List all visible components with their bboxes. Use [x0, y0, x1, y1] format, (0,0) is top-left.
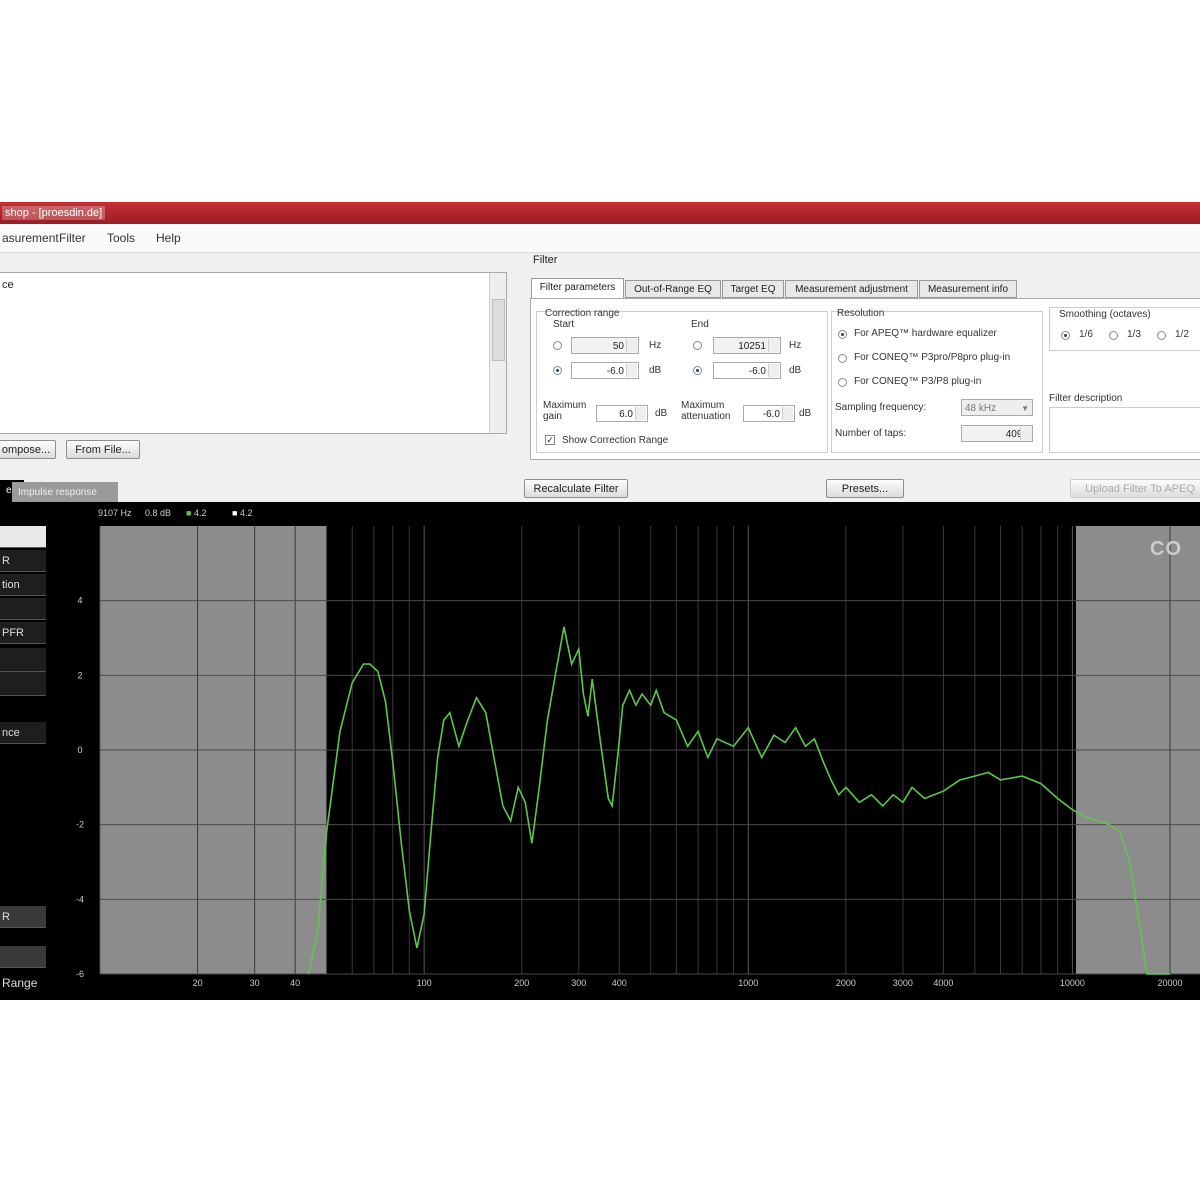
menu-help[interactable]: Help	[156, 231, 181, 245]
from-file-button[interactable]: From File...	[66, 440, 140, 459]
end-hz-input[interactable]: 10251	[713, 337, 781, 354]
resolution-coneq-radio[interactable]	[838, 378, 847, 387]
max-atten-label-2: attenuation	[681, 411, 731, 422]
tab-measurement-info[interactable]: Measurement info	[919, 280, 1017, 298]
x-tick-label: 4000	[933, 978, 953, 988]
filter-section-label: Filter	[533, 254, 558, 266]
end-label: End	[691, 319, 709, 330]
y-tick-label: 0	[77, 745, 82, 755]
start-hz-input[interactable]: 50	[571, 337, 639, 354]
measurement-list[interactable]: ce	[0, 272, 507, 434]
smoothing-label: Smoothing (octaves)	[1059, 309, 1151, 320]
tab-filter-parameters[interactable]: Filter parameters	[531, 278, 624, 299]
end-hz-radio[interactable]	[693, 341, 702, 350]
x-tick-label: 10000	[1060, 978, 1085, 988]
max-gain-label-2: gain	[543, 411, 562, 422]
resolution-label: Resolution	[837, 308, 885, 319]
resolution-coneq-label: For CONEQ™ P3/P8 plug-in	[854, 376, 982, 387]
filter-description-field[interactable]	[1049, 407, 1200, 453]
x-tick-label: 20	[193, 978, 203, 988]
smoothing-1-2-radio[interactable]	[1157, 331, 1166, 340]
menu-measurement[interactable]: asurement	[2, 231, 59, 245]
start-label: Start	[553, 319, 575, 330]
max-atten-unit: dB	[799, 408, 812, 419]
x-tick-label: 2000	[836, 978, 856, 988]
x-tick-label: 1000	[738, 978, 758, 988]
resolution-apeq-label: For APEQ™ hardware equalizer	[854, 328, 997, 339]
presets-button[interactable]: Presets...	[826, 479, 904, 498]
smoothing-1-3-label: 1/3	[1127, 329, 1141, 340]
start-db-input[interactable]: -6.0	[571, 362, 639, 379]
start-hz-radio[interactable]	[553, 341, 562, 350]
logo: CO	[1150, 538, 1182, 560]
y-tick-label: 4	[77, 596, 82, 606]
taps-label: Number of taps:	[835, 428, 907, 439]
y-tick-label: -2	[76, 820, 84, 830]
menu-filter[interactable]: Filter	[59, 231, 86, 245]
y-tick-label: 2	[77, 670, 82, 680]
tab-impulse-response[interactable]: Impulse response	[12, 482, 118, 502]
correction-range-group	[536, 311, 828, 453]
sampling-value: 48 kHz	[965, 403, 997, 414]
resolution-apeq-radio[interactable]	[838, 330, 847, 339]
x-tick-label: 200	[514, 978, 529, 988]
tab-measurement-adjustment[interactable]: Measurement adjustment	[785, 280, 918, 298]
start-hz-unit: Hz	[649, 340, 662, 351]
menu-tools[interactable]: Tools	[107, 231, 135, 245]
max-atten-label: Maximum	[681, 400, 725, 411]
end-db-unit: dB	[789, 365, 802, 376]
start-db-radio[interactable]	[553, 366, 562, 375]
smoothing-1-6-radio[interactable]	[1061, 331, 1070, 340]
menu-bar: asurement Filter Tools Help	[0, 224, 1200, 253]
title-bar: shop - [proesdin.de]	[0, 202, 1200, 224]
x-tick-label: 400	[612, 978, 627, 988]
x-tick-label: 20000	[1157, 978, 1182, 988]
max-gain-label: Maximum	[543, 400, 587, 411]
frequency-response-plot: R tion PFR nce R Range 9107 Hz 0.8 dB ■ …	[0, 502, 1200, 1000]
taps-value: 4096	[961, 425, 1033, 442]
upload-filter-button[interactable]: Upload Filter To APEQ	[1070, 479, 1200, 498]
y-tick-label: -4	[76, 894, 84, 904]
tab-target-eq[interactable]: Target EQ	[722, 280, 784, 298]
response-chart: 20 30 40 100 200 300 400 1000 2000 3000 4000 10000 2…	[76, 526, 1200, 988]
smoothing-1-6-label: 1/6	[1079, 329, 1093, 340]
correction-range-label: Correction range	[545, 308, 620, 319]
filter-parameters-panel: Correction range Start End 50 Hz -6.0 dB…	[530, 298, 1200, 460]
resolution-coneq-pro-radio[interactable]	[838, 354, 847, 363]
smoothing-1-2-label: 1/2	[1175, 329, 1189, 340]
tab-out-of-range-eq[interactable]: Out-of-Range EQ	[625, 280, 721, 298]
max-atten-input[interactable]: -6.0	[743, 405, 795, 422]
max-gain-input[interactable]: 6.0	[596, 405, 648, 422]
list-scrollbar[interactable]	[489, 273, 506, 433]
x-tick-label: 40	[290, 978, 300, 988]
smoothing-1-3-radio[interactable]	[1109, 331, 1118, 340]
recalculate-filter-button[interactable]: Recalculate Filter	[524, 479, 628, 498]
x-tick-label: 3000	[893, 978, 913, 988]
y-tick-label: -6	[76, 969, 84, 979]
filter-description-label: Filter description	[1049, 393, 1123, 404]
max-gain-unit: dB	[655, 408, 668, 419]
end-db-input[interactable]: -6.0	[713, 362, 781, 379]
show-range-label: Show Correction Range	[562, 435, 669, 446]
chevron-down-icon: ▼	[1021, 404, 1029, 413]
x-tick-label: 100	[417, 978, 432, 988]
compose-button[interactable]: ompose...	[0, 440, 56, 459]
sampling-label: Sampling frequency:	[835, 402, 927, 413]
list-item[interactable]: ce	[2, 279, 14, 291]
app-window: shop - [proesdin.de] asurement Filter To…	[0, 202, 1200, 1000]
x-tick-label: 300	[571, 978, 586, 988]
show-range-checkbox[interactable]: ✓	[545, 435, 555, 445]
end-hz-unit: Hz	[789, 340, 802, 351]
sampling-select[interactable]: 48 kHz ▼	[961, 399, 1033, 416]
end-db-radio[interactable]	[693, 366, 702, 375]
resolution-coneq-pro-label: For CONEQ™ P3pro/P8pro plug-in	[854, 352, 1011, 363]
scrollbar-thumb[interactable]	[492, 299, 505, 361]
x-tick-label: 30	[250, 978, 260, 988]
start-db-unit: dB	[649, 365, 662, 376]
window-title: shop - [proesdin.de]	[2, 206, 106, 220]
